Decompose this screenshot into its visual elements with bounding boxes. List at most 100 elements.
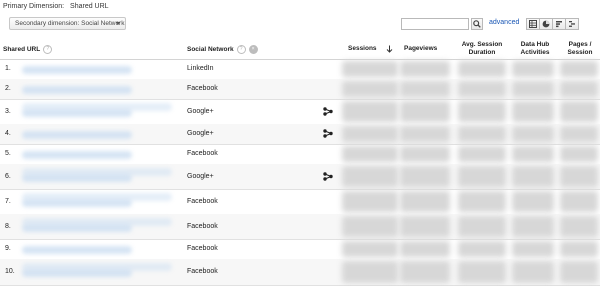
metric-value-redacted — [560, 81, 598, 97]
social-network-cell: Facebook — [187, 223, 218, 230]
metric-value-redacted — [400, 146, 450, 162]
column-label: Session — [567, 49, 593, 56]
table-row[interactable]: 10. Facebook — [0, 259, 600, 286]
table-row[interactable]: 4. Google+ — [0, 124, 600, 145]
metric-value-redacted — [512, 216, 554, 237]
metric-value-redacted — [458, 166, 506, 187]
shared-url-link-redacted[interactable] — [22, 246, 132, 254]
column-label: Pages / — [568, 41, 592, 48]
metric-value-redacted — [512, 126, 554, 142]
metric-value-redacted — [400, 216, 450, 237]
shared-url-link-redacted[interactable] — [22, 168, 172, 176]
column-label: Pageviews — [404, 45, 438, 52]
column-header-sessions[interactable]: Sessions — [348, 45, 377, 53]
column-label: Social Network — [187, 46, 234, 54]
pie-chart-icon — [542, 20, 550, 28]
pie-view-button[interactable] — [539, 18, 553, 30]
shared-url-link-redacted[interactable] — [22, 131, 132, 139]
metric-value-redacted — [512, 81, 554, 97]
table-row[interactable]: 1. LinkedIn — [0, 59, 600, 80]
metric-value-redacted — [342, 241, 398, 257]
secondary-dimension-dropdown[interactable]: Secondary dimension: Social Network — [9, 17, 126, 30]
column-header-pageviews[interactable]: Pageviews — [404, 45, 437, 53]
table-row[interactable]: 8. Facebook — [0, 214, 600, 240]
table-row[interactable]: 5. Facebook — [0, 144, 600, 165]
metric-value-redacted — [400, 81, 450, 97]
column-label: Duration — [468, 49, 496, 56]
column-label: Data Hub — [520, 41, 550, 48]
data-table-view-button[interactable] — [526, 18, 540, 30]
comparison-view-button[interactable] — [565, 18, 579, 30]
primary-dimension-value[interactable]: Shared URL — [70, 3, 109, 10]
help-icon[interactable]: ? — [236, 45, 246, 54]
share-activity-icon[interactable] — [323, 129, 333, 138]
column-header-pages-per-session[interactable]: Pages / Session — [562, 41, 598, 57]
table-row[interactable]: 7. Facebook — [0, 189, 600, 215]
metric-value-redacted — [342, 81, 398, 97]
table-row[interactable]: 3. Google+ — [0, 99, 600, 125]
shared-url-link-redacted[interactable] — [22, 218, 172, 226]
data-table-icon — [529, 20, 537, 28]
secondary-dimension-label: Secondary dimension: Social Network — [15, 20, 125, 27]
metric-value-redacted — [342, 261, 398, 283]
metric-value-redacted — [400, 241, 450, 257]
social-network-cell: Facebook — [187, 85, 218, 92]
column-label: Shared URL — [3, 46, 41, 54]
performance-bar-icon — [556, 21, 562, 28]
column-header-shared-url[interactable]: Shared URL? — [3, 45, 53, 54]
table-row[interactable]: 2. Facebook — [0, 79, 600, 100]
metric-value-redacted — [560, 146, 598, 162]
help-icon[interactable]: ? — [43, 45, 53, 54]
remove-dimension-icon[interactable]: × — [248, 45, 258, 54]
column-label: Sessions — [348, 45, 377, 52]
social-network-cell: Facebook — [187, 268, 218, 275]
column-header-social-network[interactable]: Social Network? × — [187, 45, 258, 54]
metric-value-redacted — [512, 101, 554, 122]
metric-value-redacted — [560, 61, 598, 77]
metric-value-redacted — [560, 126, 598, 142]
metric-value-redacted — [458, 126, 506, 142]
search-button[interactable] — [471, 18, 483, 30]
metric-value-redacted — [400, 166, 450, 187]
row-number: 1. — [5, 65, 11, 72]
share-activity-icon[interactable] — [323, 107, 333, 116]
comparison-icon — [569, 21, 575, 27]
metric-value-redacted — [400, 126, 450, 142]
share-activity-icon[interactable] — [323, 172, 333, 181]
shared-url-link-redacted[interactable] — [22, 151, 132, 159]
shared-url-link-redacted[interactable] — [22, 193, 172, 201]
table-row[interactable]: 6. Google+ — [0, 164, 600, 190]
row-number: 5. — [5, 150, 11, 157]
metric-value-redacted — [458, 216, 506, 237]
metric-value-redacted — [512, 61, 554, 77]
social-network-cell: Facebook — [187, 198, 218, 205]
metric-value-redacted — [458, 191, 506, 212]
primary-dimension-label: Primary Dimension: — [3, 3, 65, 10]
social-network-cell: Google+ — [187, 130, 214, 137]
metric-value-redacted — [400, 101, 450, 122]
metric-value-redacted — [342, 146, 398, 162]
metric-value-redacted — [560, 216, 598, 237]
column-header-avg-session-duration[interactable]: Avg. Session Duration — [458, 41, 506, 57]
table-row[interactable]: 9. Facebook — [0, 239, 600, 260]
advanced-filter-link[interactable]: advanced — [489, 19, 519, 26]
shared-url-link-redacted[interactable] — [22, 263, 172, 271]
table-search-input[interactable] — [401, 18, 469, 30]
shared-url-link-redacted[interactable] — [22, 86, 132, 94]
social-network-cell: Facebook — [187, 150, 218, 157]
column-header-data-hub-activities[interactable]: Data Hub Activities — [515, 41, 555, 57]
social-network-cell: Google+ — [187, 173, 214, 180]
shared-url-link-redacted[interactable] — [22, 66, 132, 74]
social-network-cell: LinkedIn — [187, 65, 214, 72]
performance-view-button[interactable] — [552, 18, 566, 30]
chevron-down-icon — [116, 22, 120, 25]
table-header: Shared URL? Social Network? × Sessions Pa… — [0, 37, 600, 60]
metric-value-redacted — [458, 241, 506, 257]
sort-descending-icon[interactable] — [386, 45, 393, 53]
row-number: 2. — [5, 85, 11, 92]
metric-value-redacted — [342, 166, 398, 187]
metric-value-redacted — [458, 146, 506, 162]
social-network-cell: Facebook — [187, 245, 218, 252]
shared-url-link-redacted[interactable] — [22, 103, 172, 111]
metric-value-redacted — [400, 191, 450, 212]
